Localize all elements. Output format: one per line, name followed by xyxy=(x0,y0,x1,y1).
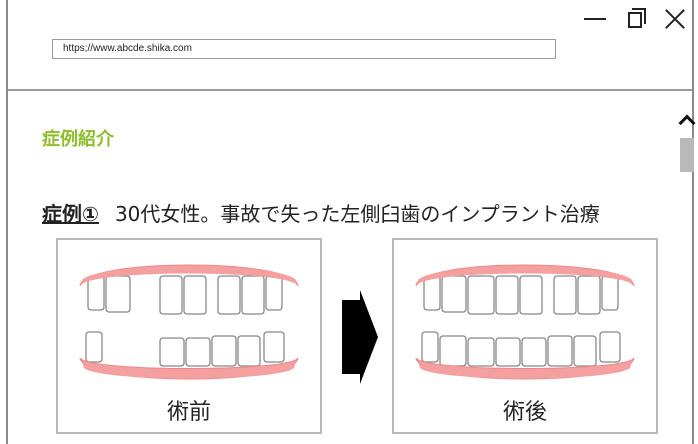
minimize-icon[interactable] xyxy=(584,6,606,30)
case-heading: 症例① 30代女性。事故で失った左側臼歯のインプラント治療 xyxy=(42,198,600,227)
case-description: 30代女性。事故で失った左側臼歯のインプラント治療 xyxy=(114,202,600,226)
scrollbar-thumb[interactable] xyxy=(680,138,694,172)
section-title: 症例紹介 xyxy=(42,129,114,150)
before-image-panel: 術前 xyxy=(56,238,322,434)
close-icon[interactable] xyxy=(664,6,686,30)
window-controls xyxy=(584,6,686,30)
before-caption: 術前 xyxy=(166,400,211,425)
toolbar-divider xyxy=(8,89,692,91)
scroll-up-icon[interactable] xyxy=(677,113,695,129)
right-arrow-icon xyxy=(342,290,378,384)
maximize-icon[interactable] xyxy=(624,6,646,30)
browser-window: https;//www.abcde.shika.com 症例紹介 症例① 30代女… xyxy=(6,0,694,444)
after-caption: 術後 xyxy=(502,400,547,425)
after-image-panel: 術後 xyxy=(392,238,658,434)
case-label: 症例① xyxy=(42,202,99,226)
address-bar[interactable]: https;//www.abcde.shika.com xyxy=(52,39,556,59)
